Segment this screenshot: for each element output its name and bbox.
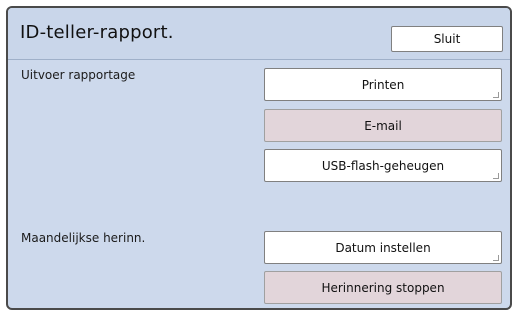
usb-flash-button-label: USB-flash-geheugen [321, 158, 445, 173]
resize-corner-icon [493, 92, 499, 98]
dialog-panel: ID-teller-rapport. Sluit Uitvoer rapport… [6, 6, 512, 310]
print-button[interactable]: Printen [264, 68, 502, 101]
email-button-label: E-mail [364, 118, 402, 133]
set-date-button-label: Datum instellen [335, 240, 431, 255]
close-button[interactable]: Sluit [391, 26, 503, 52]
dialog-header: ID-teller-rapport. Sluit [8, 8, 510, 60]
stop-reminder-button-label: Herinnering stoppen [321, 280, 445, 295]
print-button-label: Printen [361, 77, 405, 92]
resize-corner-icon [493, 173, 499, 179]
stop-reminder-button[interactable]: Herinnering stoppen [264, 271, 502, 304]
resize-corner-icon [493, 255, 499, 261]
monthly-reminder-label: Maandelijkse herinn. [21, 231, 146, 245]
email-button[interactable]: E-mail [264, 109, 502, 142]
output-section-label: Uitvoer rapportage [21, 68, 136, 82]
screen-frame: ID-teller-rapport. Sluit Uitvoer rapport… [0, 0, 518, 313]
close-button-label: Sluit [433, 32, 461, 46]
page-title: ID-teller-rapport. [20, 22, 174, 43]
set-date-button[interactable]: Datum instellen [264, 231, 502, 264]
usb-flash-button[interactable]: USB-flash-geheugen [264, 149, 502, 182]
